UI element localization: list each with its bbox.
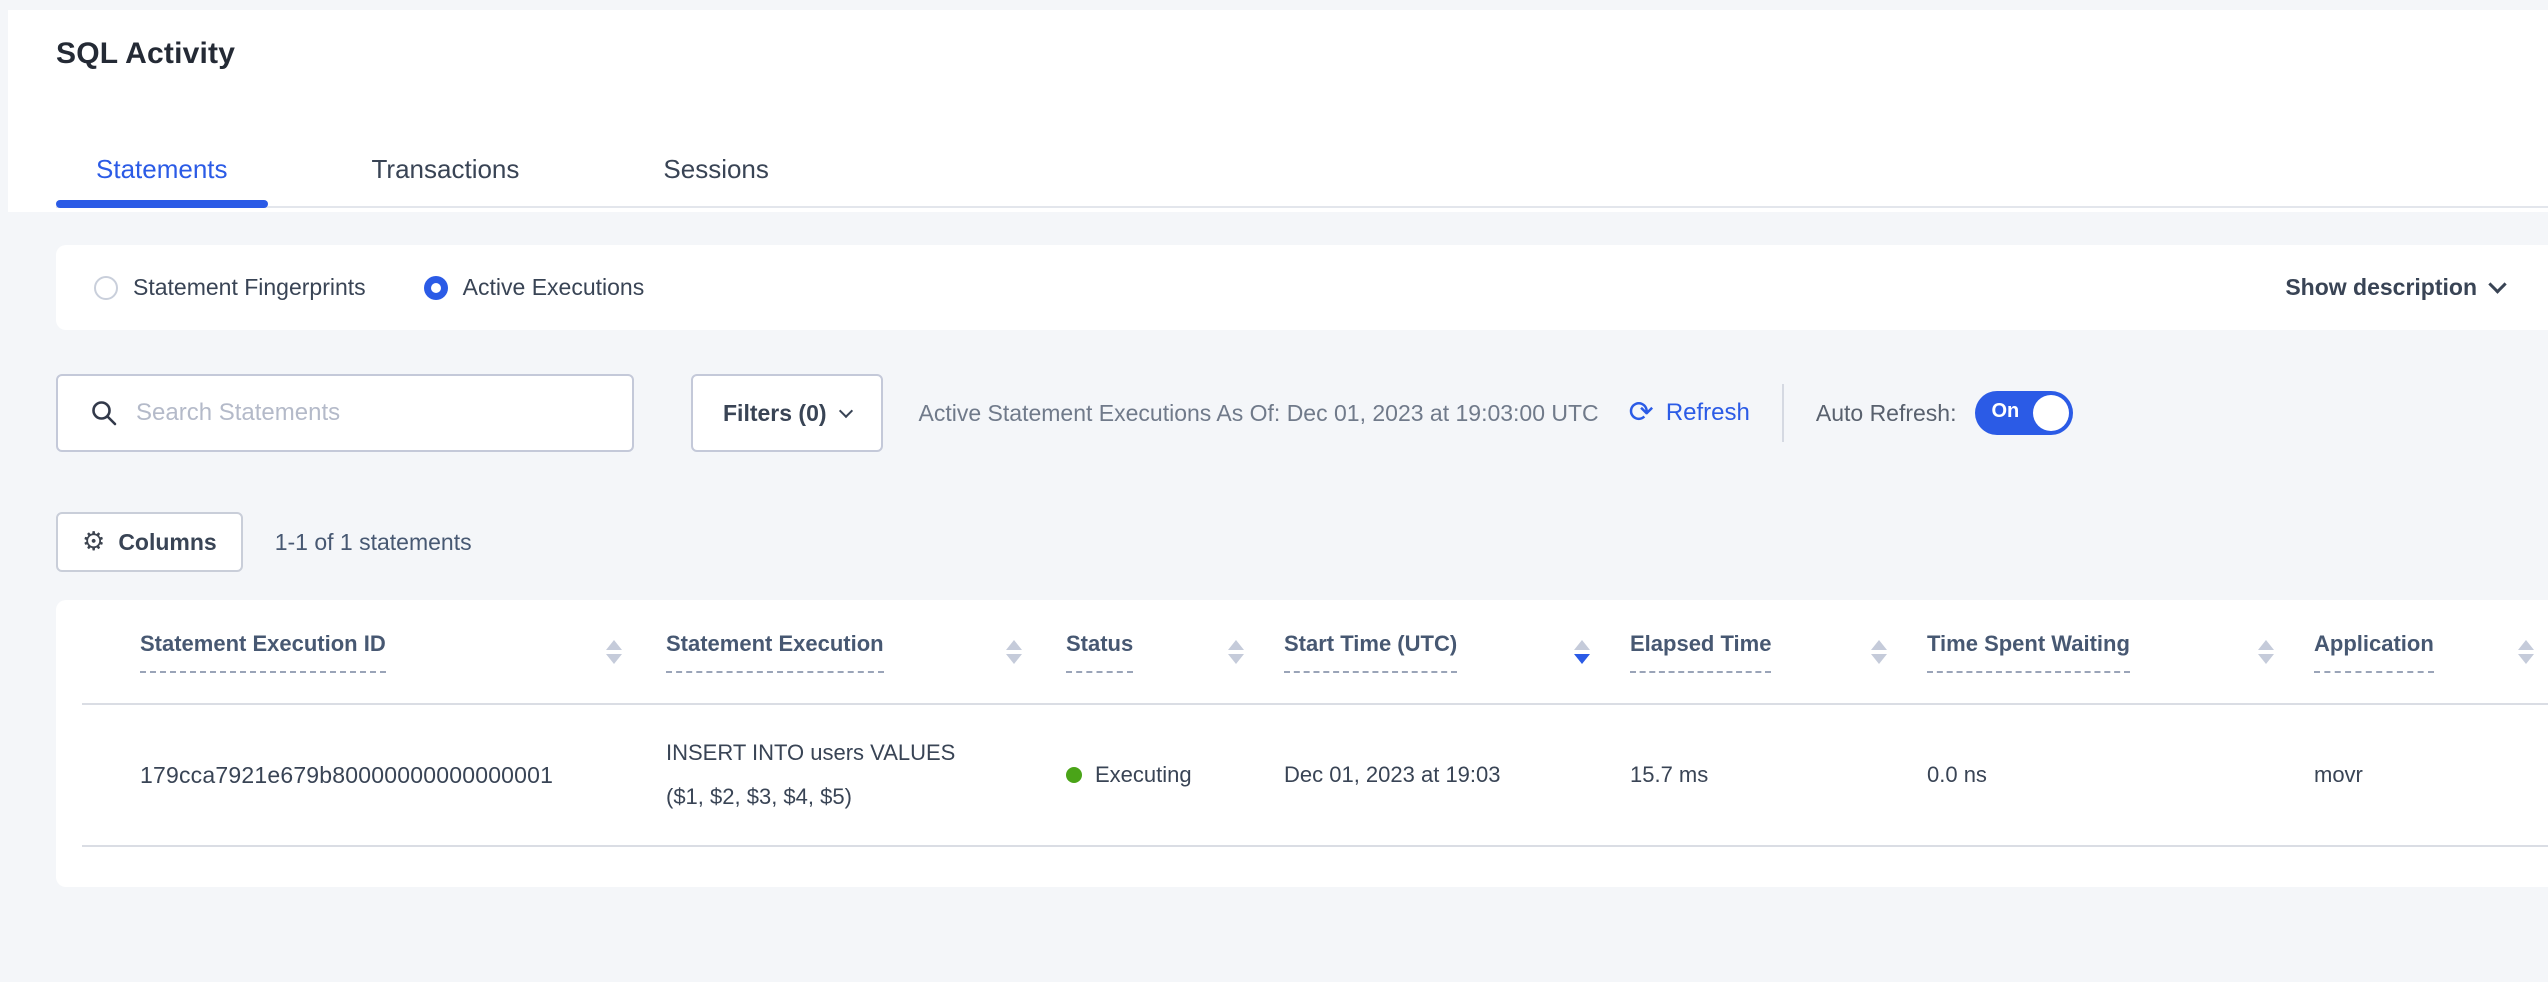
header-elapsed-time: Elapsed Time	[1630, 631, 1927, 673]
chevron-down-icon	[2488, 275, 2506, 293]
vertical-divider	[1782, 384, 1784, 442]
search-box[interactable]	[56, 374, 634, 452]
sort-up-arrow	[1871, 640, 1887, 650]
page-title: SQL Activity	[56, 36, 2548, 72]
auto-refresh-toggle[interactable]: On	[1975, 391, 2073, 435]
table-row[interactable]: 179cca7921e679b80000000000000001 INSERT …	[82, 705, 2548, 847]
sort-icon-active-desc[interactable]	[1574, 640, 1590, 664]
header-statement-execution-id: Statement Execution ID	[82, 631, 666, 673]
column-label[interactable]: Application	[2314, 631, 2434, 673]
sort-icon[interactable]	[1228, 640, 1244, 664]
radio-unselected-icon[interactable]	[94, 276, 118, 300]
status-dot-icon	[1066, 767, 1082, 783]
cell-start-time: Dec 01, 2023 at 19:03	[1284, 762, 1630, 788]
column-label[interactable]: Status	[1066, 631, 1133, 673]
radio-active-executions[interactable]: Active Executions	[424, 274, 645, 301]
sort-down-arrow	[2258, 654, 2274, 664]
cell-execution-id[interactable]: 179cca7921e679b80000000000000001	[82, 762, 666, 789]
sort-icon[interactable]	[1871, 640, 1887, 664]
tab-transactions[interactable]: Transactions	[332, 154, 560, 206]
header-statement-execution: Statement Execution	[666, 631, 1066, 673]
sort-down-arrow	[2518, 654, 2534, 664]
as-of-text: Active Statement Executions As Of: Dec 0…	[919, 400, 1599, 427]
columns-button-label: Columns	[118, 529, 216, 556]
gear-icon: ⚙	[82, 527, 105, 557]
columns-button[interactable]: ⚙ Columns	[56, 512, 243, 572]
cell-status: Executing	[1066, 762, 1284, 788]
tab-statements[interactable]: Statements	[56, 154, 268, 206]
sort-icon[interactable]	[606, 640, 622, 664]
header-status: Status	[1066, 631, 1284, 673]
show-description-button[interactable]: Show description	[2285, 274, 2504, 301]
radio-label: Statement Fingerprints	[133, 274, 366, 301]
toggle-knob[interactable]	[2033, 395, 2069, 431]
sort-icon[interactable]	[2518, 640, 2534, 664]
search-input[interactable]	[136, 399, 612, 427]
cell-time-spent-waiting: 0.0 ns	[1927, 762, 2314, 788]
filters-button[interactable]: Filters (0)	[691, 374, 883, 452]
sort-up-arrow	[1228, 640, 1244, 650]
view-mode-card: Statement Fingerprints Active Executions…	[56, 245, 2548, 330]
sort-down-arrow	[1871, 654, 1887, 664]
column-label[interactable]: Start Time (UTC)	[1284, 631, 1457, 673]
sort-down-arrow	[1574, 654, 1590, 664]
column-label[interactable]: Statement Execution ID	[140, 631, 386, 673]
radio-selected-icon[interactable]	[424, 276, 448, 300]
show-description-label: Show description	[2285, 274, 2477, 301]
header-application: Application	[2314, 631, 2548, 673]
column-label[interactable]: Elapsed Time	[1630, 631, 1771, 673]
filters-label: Filters (0)	[723, 400, 827, 427]
sort-up-arrow	[2258, 640, 2274, 650]
result-count: 1-1 of 1 statements	[275, 529, 472, 556]
header-time-spent-waiting: Time Spent Waiting	[1927, 631, 2314, 673]
radio-label: Active Executions	[463, 274, 645, 301]
chevron-down-icon	[838, 404, 852, 418]
statement-text: INSERT INTO users VALUES ($1, $2, $3, $4…	[666, 731, 966, 819]
header-start-time: Start Time (UTC)	[1284, 631, 1630, 673]
table-controls-row: ⚙ Columns 1-1 of 1 statements	[56, 512, 2548, 572]
column-label[interactable]: Time Spent Waiting	[1927, 631, 2130, 673]
cell-statement[interactable]: INSERT INTO users VALUES ($1, $2, $3, $4…	[666, 731, 1066, 819]
sort-up-arrow	[1574, 640, 1590, 650]
table-header-row: Statement Execution ID Statement Executi…	[82, 600, 2548, 705]
sort-up-arrow	[2518, 640, 2534, 650]
search-icon	[90, 399, 118, 427]
sort-up-arrow	[1006, 640, 1022, 650]
tab-bar: Statements Transactions Sessions	[56, 72, 2548, 208]
tab-sessions[interactable]: Sessions	[623, 154, 809, 206]
statements-table: Statement Execution ID Statement Executi…	[82, 600, 2548, 847]
refresh-label: Refresh	[1666, 399, 1750, 427]
cell-application: movr	[2314, 762, 2548, 788]
statements-table-card: Statement Execution ID Statement Executi…	[56, 600, 2548, 887]
toolbar: Filters (0) Active Statement Executions …	[56, 374, 2548, 452]
sort-down-arrow	[1228, 654, 1244, 664]
sort-down-arrow	[1006, 654, 1022, 664]
status-label: Executing	[1095, 762, 1192, 788]
sort-icon[interactable]	[1006, 640, 1022, 664]
refresh-button[interactable]: ⟳ Refresh	[1629, 398, 1750, 428]
sort-down-arrow	[606, 654, 622, 664]
radio-statement-fingerprints[interactable]: Statement Fingerprints	[94, 274, 366, 301]
column-label[interactable]: Statement Execution	[666, 631, 884, 673]
auto-refresh-label: Auto Refresh:	[1816, 400, 1957, 427]
page-header: SQL Activity Statements Transactions Ses…	[8, 10, 2548, 212]
toggle-state-label: On	[1992, 400, 2020, 423]
refresh-icon: ⟳	[1629, 398, 1654, 428]
sort-icon[interactable]	[2258, 640, 2274, 664]
cell-elapsed-time: 15.7 ms	[1630, 762, 1927, 788]
sort-up-arrow	[606, 640, 622, 650]
